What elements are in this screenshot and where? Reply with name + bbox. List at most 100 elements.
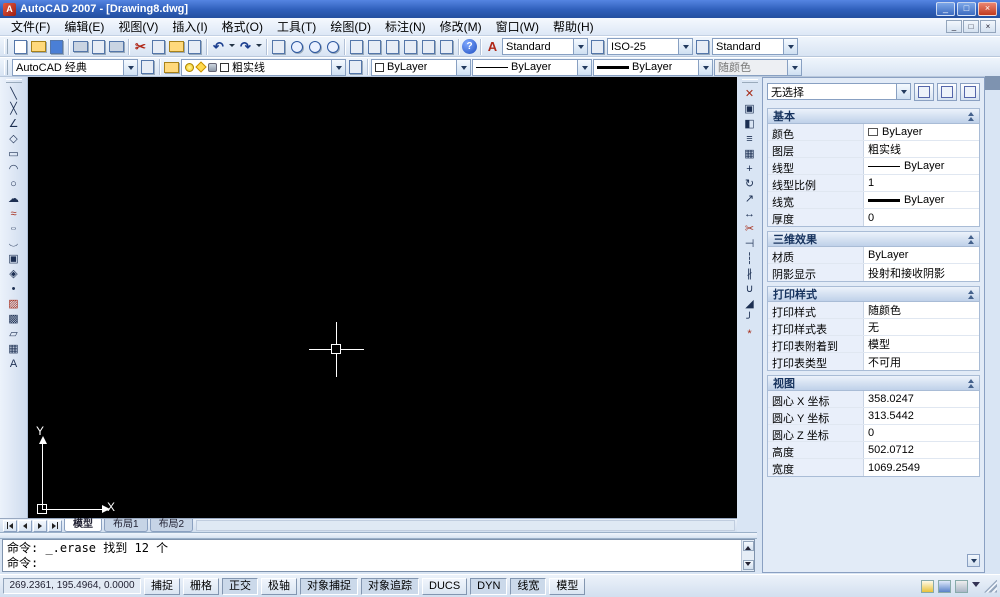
chevron-down-icon[interactable] <box>123 59 137 75</box>
multiline-text-icon[interactable]: A <box>3 356 25 371</box>
zoom-realtime-icon[interactable] <box>288 38 305 55</box>
save-icon[interactable] <box>48 38 65 55</box>
property-value[interactable]: 粗实线 <box>864 141 979 157</box>
property-value[interactable]: 1 <box>864 175 979 191</box>
pickadd-toggle-button[interactable] <box>914 83 934 101</box>
maximize-button[interactable]: □ <box>957 2 976 16</box>
cut-icon[interactable]: ✂ <box>132 38 149 55</box>
menu-modify[interactable]: 修改(M) <box>433 17 489 36</box>
property-value[interactable]: 313.5442 <box>864 408 979 424</box>
status-toggle-snap[interactable]: 捕捉 <box>144 577 180 595</box>
scroll-down-icon[interactable] <box>742 560 754 570</box>
region-icon[interactable]: ▱ <box>3 326 25 341</box>
extend-icon[interactable]: ⊣ <box>739 236 761 251</box>
status-toggle-ortho[interactable]: 正交 <box>222 577 258 595</box>
menu-view[interactable]: 视图(V) <box>111 17 165 36</box>
menu-insert[interactable]: 插入(I) <box>165 17 214 36</box>
property-value[interactable]: 358.0247 <box>864 391 979 407</box>
designcenter-icon[interactable] <box>366 38 383 55</box>
plot-style-combo[interactable]: 随颜色 <box>714 58 802 76</box>
close-button[interactable]: × <box>978 2 997 16</box>
mirror-icon[interactable]: ◧ <box>739 116 761 131</box>
menu-tools[interactable]: 工具(T) <box>270 17 323 36</box>
scroll-up-icon[interactable] <box>742 541 754 551</box>
chevron-down-icon[interactable] <box>896 84 910 99</box>
spline-icon[interactable]: ≈ <box>3 206 25 221</box>
linetype-combo[interactable]: ByLayer <box>472 58 592 76</box>
status-toggle-osnap[interactable]: 对象捕捉 <box>300 577 358 595</box>
join-icon[interactable]: ∪ <box>739 281 761 296</box>
command-scrollbar[interactable] <box>741 540 754 571</box>
property-value[interactable]: 1069.2549 <box>864 459 979 476</box>
property-value[interactable]: 投射和接收阴影 <box>864 264 979 281</box>
chevron-down-icon[interactable] <box>577 59 591 75</box>
tool-palettes-icon[interactable] <box>384 38 401 55</box>
chevron-down-icon[interactable] <box>698 59 712 75</box>
rotate-icon[interactable]: ↻ <box>739 176 761 191</box>
status-toggle-lineweight[interactable]: 线宽 <box>510 577 547 595</box>
status-toggle-dyn[interactable]: DYN <box>470 577 508 595</box>
dim-style-combo[interactable]: ISO-25 <box>607 38 693 55</box>
ellipse-arc-icon[interactable]: ◡ <box>3 239 25 248</box>
zoom-previous-icon[interactable] <box>324 38 341 55</box>
property-value[interactable]: ByLayer <box>864 124 979 140</box>
tab-layout1[interactable]: 布局1 <box>104 519 148 532</box>
horizontal-scrollbar[interactable] <box>196 520 735 531</box>
quick-select-button[interactable] <box>960 83 980 101</box>
menu-edit[interactable]: 编辑(E) <box>57 17 111 36</box>
paste-icon[interactable] <box>168 38 185 55</box>
tab-layout2[interactable]: 布局2 <box>149 519 194 532</box>
section-header-plotstyle[interactable]: 打印样式 <box>767 286 980 302</box>
plot-icon[interactable] <box>72 38 89 55</box>
offset-icon[interactable]: ≡ <box>739 131 761 146</box>
section-header-3d[interactable]: 三维效果 <box>767 231 980 247</box>
menu-draw[interactable]: 绘图(D) <box>323 17 378 36</box>
chevron-down-icon[interactable] <box>456 59 470 75</box>
open-icon[interactable] <box>30 38 47 55</box>
property-value[interactable]: ByLayer <box>864 247 979 263</box>
menu-help[interactable]: 帮助(H) <box>546 17 601 36</box>
doc-close-button[interactable]: × <box>980 20 996 33</box>
property-value[interactable]: ByLayer <box>864 158 979 174</box>
collapse-chevron-icon[interactable] <box>968 378 974 388</box>
menu-window[interactable]: 窗口(W) <box>489 17 546 36</box>
select-objects-button[interactable] <box>937 83 957 101</box>
lineweight-combo[interactable]: ByLayer <box>593 58 713 76</box>
drawing-canvas[interactable]: Y X <box>28 77 737 518</box>
markup-set-manager-icon[interactable] <box>420 38 437 55</box>
menu-dimension[interactable]: 标注(N) <box>378 17 433 36</box>
gradient-icon[interactable]: ▩ <box>3 311 25 326</box>
line-icon[interactable]: ╲ <box>3 86 25 101</box>
chevron-down-icon[interactable] <box>783 39 797 54</box>
table-icon[interactable]: ▦ <box>3 341 25 356</box>
toolbar-grip[interactable] <box>4 39 8 54</box>
collapse-chevron-icon[interactable] <box>968 234 974 244</box>
trim-icon[interactable]: ✂ <box>739 221 761 236</box>
toolbar-grip[interactable] <box>5 79 22 83</box>
tab-nav-first[interactable] <box>3 519 17 532</box>
property-value[interactable]: 随颜色 <box>864 302 979 318</box>
property-value[interactable]: ByLayer <box>864 192 979 208</box>
property-value[interactable]: 0 <box>864 425 979 441</box>
zoom-window-icon[interactable] <box>306 38 323 55</box>
copy-object-icon[interactable]: ▣ <box>739 101 761 116</box>
collapse-chevron-icon[interactable] <box>968 289 974 299</box>
workspace-settings-icon[interactable] <box>139 59 156 76</box>
toolbar-lock-icon[interactable] <box>955 579 968 593</box>
layer-combo[interactable]: 粗实线 <box>181 58 346 76</box>
menu-file[interactable]: 文件(F) <box>4 17 57 36</box>
status-toggle-model[interactable]: 模型 <box>549 577 586 595</box>
property-value[interactable]: 模型 <box>864 336 979 352</box>
publish-icon[interactable] <box>108 38 125 55</box>
break-at-point-icon[interactable]: ┆ <box>739 251 761 266</box>
toolbar-grip[interactable] <box>741 79 758 83</box>
doc-minimize-button[interactable]: _ <box>946 20 962 33</box>
property-value[interactable]: 不可用 <box>864 353 979 370</box>
tray-menu-arrow-icon[interactable] <box>972 581 980 591</box>
palette-scroll-down-button[interactable] <box>967 554 980 567</box>
move-icon[interactable]: + <box>739 161 761 176</box>
erase-icon[interactable]: ✕ <box>739 86 761 101</box>
workspace-combo[interactable]: AutoCAD 经典 <box>12 58 138 76</box>
status-toggle-otrack[interactable]: 对象追踪 <box>361 577 419 595</box>
doc-restore-button[interactable]: □ <box>963 20 979 33</box>
